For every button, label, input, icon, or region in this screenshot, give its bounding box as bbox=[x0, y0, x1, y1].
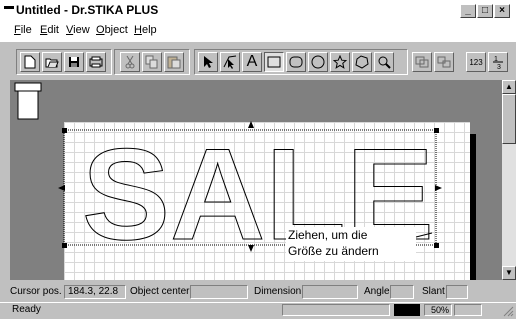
node-edit-icon bbox=[223, 55, 237, 69]
rectangle-tool-button[interactable] bbox=[264, 52, 284, 72]
object-center-value bbox=[190, 285, 248, 299]
ungroup-objects-icon bbox=[437, 56, 451, 68]
selection-frame bbox=[58, 121, 442, 252]
fraction-icon: 13 bbox=[493, 56, 503, 70]
menu-object[interactable]: Object bbox=[96, 24, 128, 36]
rounded-rectangle-icon bbox=[289, 56, 303, 68]
copy-button[interactable] bbox=[142, 52, 162, 72]
menu-help[interactable]: Help bbox=[134, 24, 157, 36]
magnifier-icon bbox=[378, 56, 391, 69]
dimension-label: Dimension bbox=[254, 286, 302, 297]
ungroup-button[interactable] bbox=[434, 52, 454, 72]
maximize-button[interactable]: □ bbox=[477, 4, 493, 18]
angle-value bbox=[390, 285, 414, 299]
status-extra-field bbox=[454, 304, 482, 316]
slant-value bbox=[446, 285, 468, 299]
resize-handle-bottom[interactable] bbox=[248, 245, 254, 252]
polygon-tool-button[interactable] bbox=[352, 52, 372, 72]
star-tool-button[interactable] bbox=[330, 52, 350, 72]
scroll-up-button[interactable]: ▲ bbox=[502, 80, 516, 94]
zoom-tool-button[interactable] bbox=[374, 52, 394, 72]
arrow-pointer-icon bbox=[204, 56, 213, 68]
dimension-value bbox=[302, 285, 358, 299]
window-title: Untitled - Dr.STIKA PLUS bbox=[16, 3, 159, 17]
resize-handle-bottom-right[interactable] bbox=[434, 243, 439, 248]
rounded-rectangle-tool-button[interactable] bbox=[286, 52, 306, 72]
open-folder-icon bbox=[45, 58, 59, 68]
printer-icon bbox=[89, 56, 103, 68]
resize-handle-top-right[interactable] bbox=[434, 128, 439, 133]
vertical-scrollbar[interactable]: ▲ ▼ bbox=[502, 80, 516, 280]
paste-button[interactable] bbox=[164, 52, 184, 72]
menu-edit[interactable]: Edit bbox=[40, 24, 59, 36]
ellipse-tool-button[interactable] bbox=[308, 52, 328, 72]
app-menu-icon[interactable] bbox=[4, 6, 14, 9]
zoom-level: 50% bbox=[424, 304, 452, 316]
cursor-pos-value: 184.3, 22.8 bbox=[64, 285, 126, 299]
resize-grip-icon[interactable] bbox=[502, 305, 514, 317]
slant-label: Slant bbox=[422, 286, 445, 297]
canvas-workspace[interactable]: SALE Ziehen, um die Größe zu ändern bbox=[10, 80, 502, 280]
print-button[interactable] bbox=[86, 52, 106, 72]
number-tool-button[interactable]: 123 bbox=[466, 52, 486, 72]
menu-view[interactable]: View bbox=[66, 24, 90, 36]
resize-hint-line1: Ziehen, um die bbox=[288, 228, 368, 242]
resize-hint-line2: Größe zu ändern bbox=[288, 244, 379, 258]
ellipse-icon bbox=[311, 55, 325, 69]
save-disk-icon bbox=[69, 57, 79, 67]
new-file-icon bbox=[24, 55, 36, 69]
resize-handle-right[interactable] bbox=[435, 185, 442, 191]
star-icon bbox=[333, 55, 347, 69]
angle-label: Angle bbox=[364, 286, 390, 297]
resize-handle-left[interactable] bbox=[58, 185, 65, 191]
save-button[interactable] bbox=[64, 52, 84, 72]
copy-icon bbox=[145, 55, 158, 69]
resize-handle-top[interactable] bbox=[248, 121, 254, 128]
object-center-label: Object center bbox=[130, 286, 190, 297]
open-file-button[interactable] bbox=[42, 52, 62, 72]
node-edit-tool-button[interactable] bbox=[220, 52, 240, 72]
scroll-thumb[interactable] bbox=[502, 94, 516, 144]
text-tool-button[interactable]: A bbox=[242, 52, 262, 72]
fraction-tool-button[interactable]: 13 bbox=[488, 52, 508, 72]
scissors-icon bbox=[125, 55, 135, 69]
menu-file[interactable]: File bbox=[14, 24, 32, 36]
new-file-button[interactable] bbox=[20, 52, 40, 72]
resize-handle-bottom-left[interactable] bbox=[62, 243, 67, 248]
color-indicator bbox=[394, 304, 420, 316]
group-button[interactable] bbox=[412, 52, 432, 72]
select-tool-button[interactable] bbox=[198, 52, 218, 72]
resize-hint-tooltip: Ziehen, um die Größe zu ändern bbox=[286, 227, 416, 261]
rectangle-icon bbox=[267, 56, 281, 68]
group-objects-icon bbox=[415, 56, 429, 68]
paste-clipboard-icon bbox=[167, 56, 181, 69]
cursor-pos-label: Cursor pos. bbox=[10, 286, 62, 297]
close-button[interactable]: × bbox=[494, 4, 510, 18]
scroll-down-button[interactable]: ▼ bbox=[502, 266, 516, 280]
progress-field bbox=[282, 304, 390, 316]
svg-text:3: 3 bbox=[497, 64, 501, 70]
cut-button[interactable] bbox=[120, 52, 140, 72]
polygon-icon bbox=[355, 55, 369, 69]
resize-handle-top-left[interactable] bbox=[62, 128, 67, 133]
minimize-button[interactable]: _ bbox=[460, 4, 476, 18]
ready-status: Ready bbox=[12, 304, 41, 315]
